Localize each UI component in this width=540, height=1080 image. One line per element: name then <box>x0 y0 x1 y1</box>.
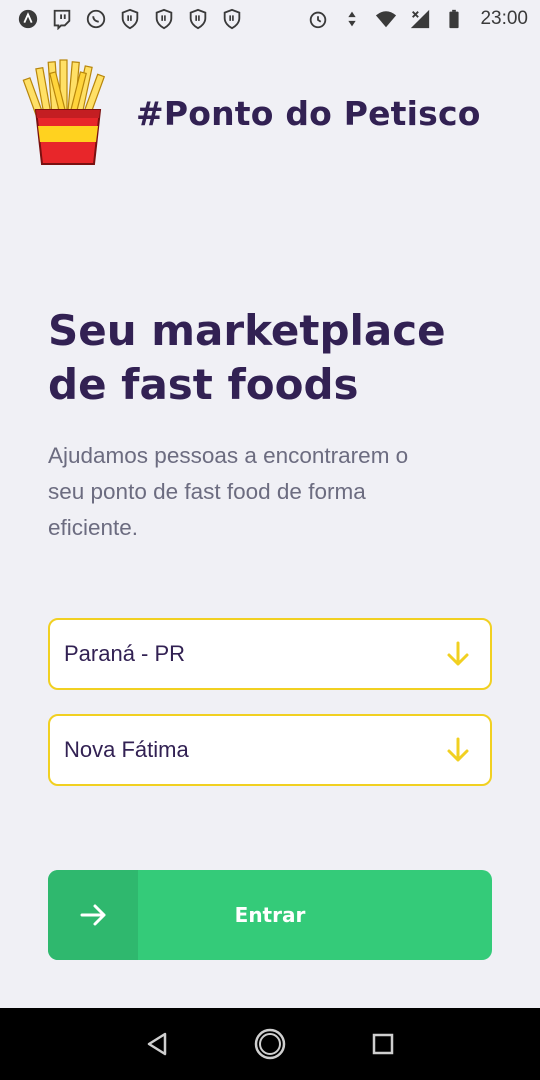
city-select-value: Nova Fátima <box>64 737 189 762</box>
uf-select[interactable]: Paraná - PR <box>48 618 492 690</box>
status-bar: 23:00 <box>0 0 540 38</box>
shield-hand-icon <box>186 7 210 31</box>
enter-button-label: Entrar <box>234 903 306 927</box>
signal-icon <box>408 7 432 31</box>
enter-button[interactable]: Entrar <box>48 870 492 960</box>
back-icon[interactable] <box>139 1026 175 1062</box>
status-right-icons: 23:00 <box>306 7 528 31</box>
arrow-down-icon <box>447 737 469 762</box>
city-select[interactable]: Nova Fátima <box>48 714 492 786</box>
shield-hand-icon <box>152 7 176 31</box>
status-time: 23:00 <box>480 8 528 29</box>
wifi-icon <box>374 7 398 31</box>
header: #Ponto do Petisco <box>22 58 522 168</box>
enter-icon-box <box>48 870 138 960</box>
hero-title: Seu marketplace de fast foods <box>48 304 508 412</box>
fries-icon <box>22 59 106 165</box>
home-icon[interactable] <box>252 1026 288 1062</box>
navigation-bar <box>0 1008 540 1080</box>
uf-select-value: Paraná - PR <box>64 641 186 666</box>
arrow-down-icon <box>447 641 469 666</box>
hero-description: Ajudamos pessoas a encontrarem o seu pon… <box>48 443 409 540</box>
status-left-icons <box>16 7 244 31</box>
app-title: #Ponto do Petisco <box>136 93 481 133</box>
twitch-icon <box>50 7 74 31</box>
arrow-right-icon <box>80 904 106 926</box>
app-icon <box>16 7 40 31</box>
hero-title-line-1: Seu marketplace <box>48 306 446 355</box>
shield-hand-icon <box>220 7 244 31</box>
data-arrows-icon <box>340 7 364 31</box>
alarm-icon <box>306 7 330 31</box>
shield-hand-icon <box>118 7 142 31</box>
hero-title-line-2: de fast foods <box>48 360 359 409</box>
battery-icon <box>442 7 466 31</box>
whatsapp-icon <box>84 7 108 31</box>
recents-icon[interactable] <box>365 1026 401 1062</box>
